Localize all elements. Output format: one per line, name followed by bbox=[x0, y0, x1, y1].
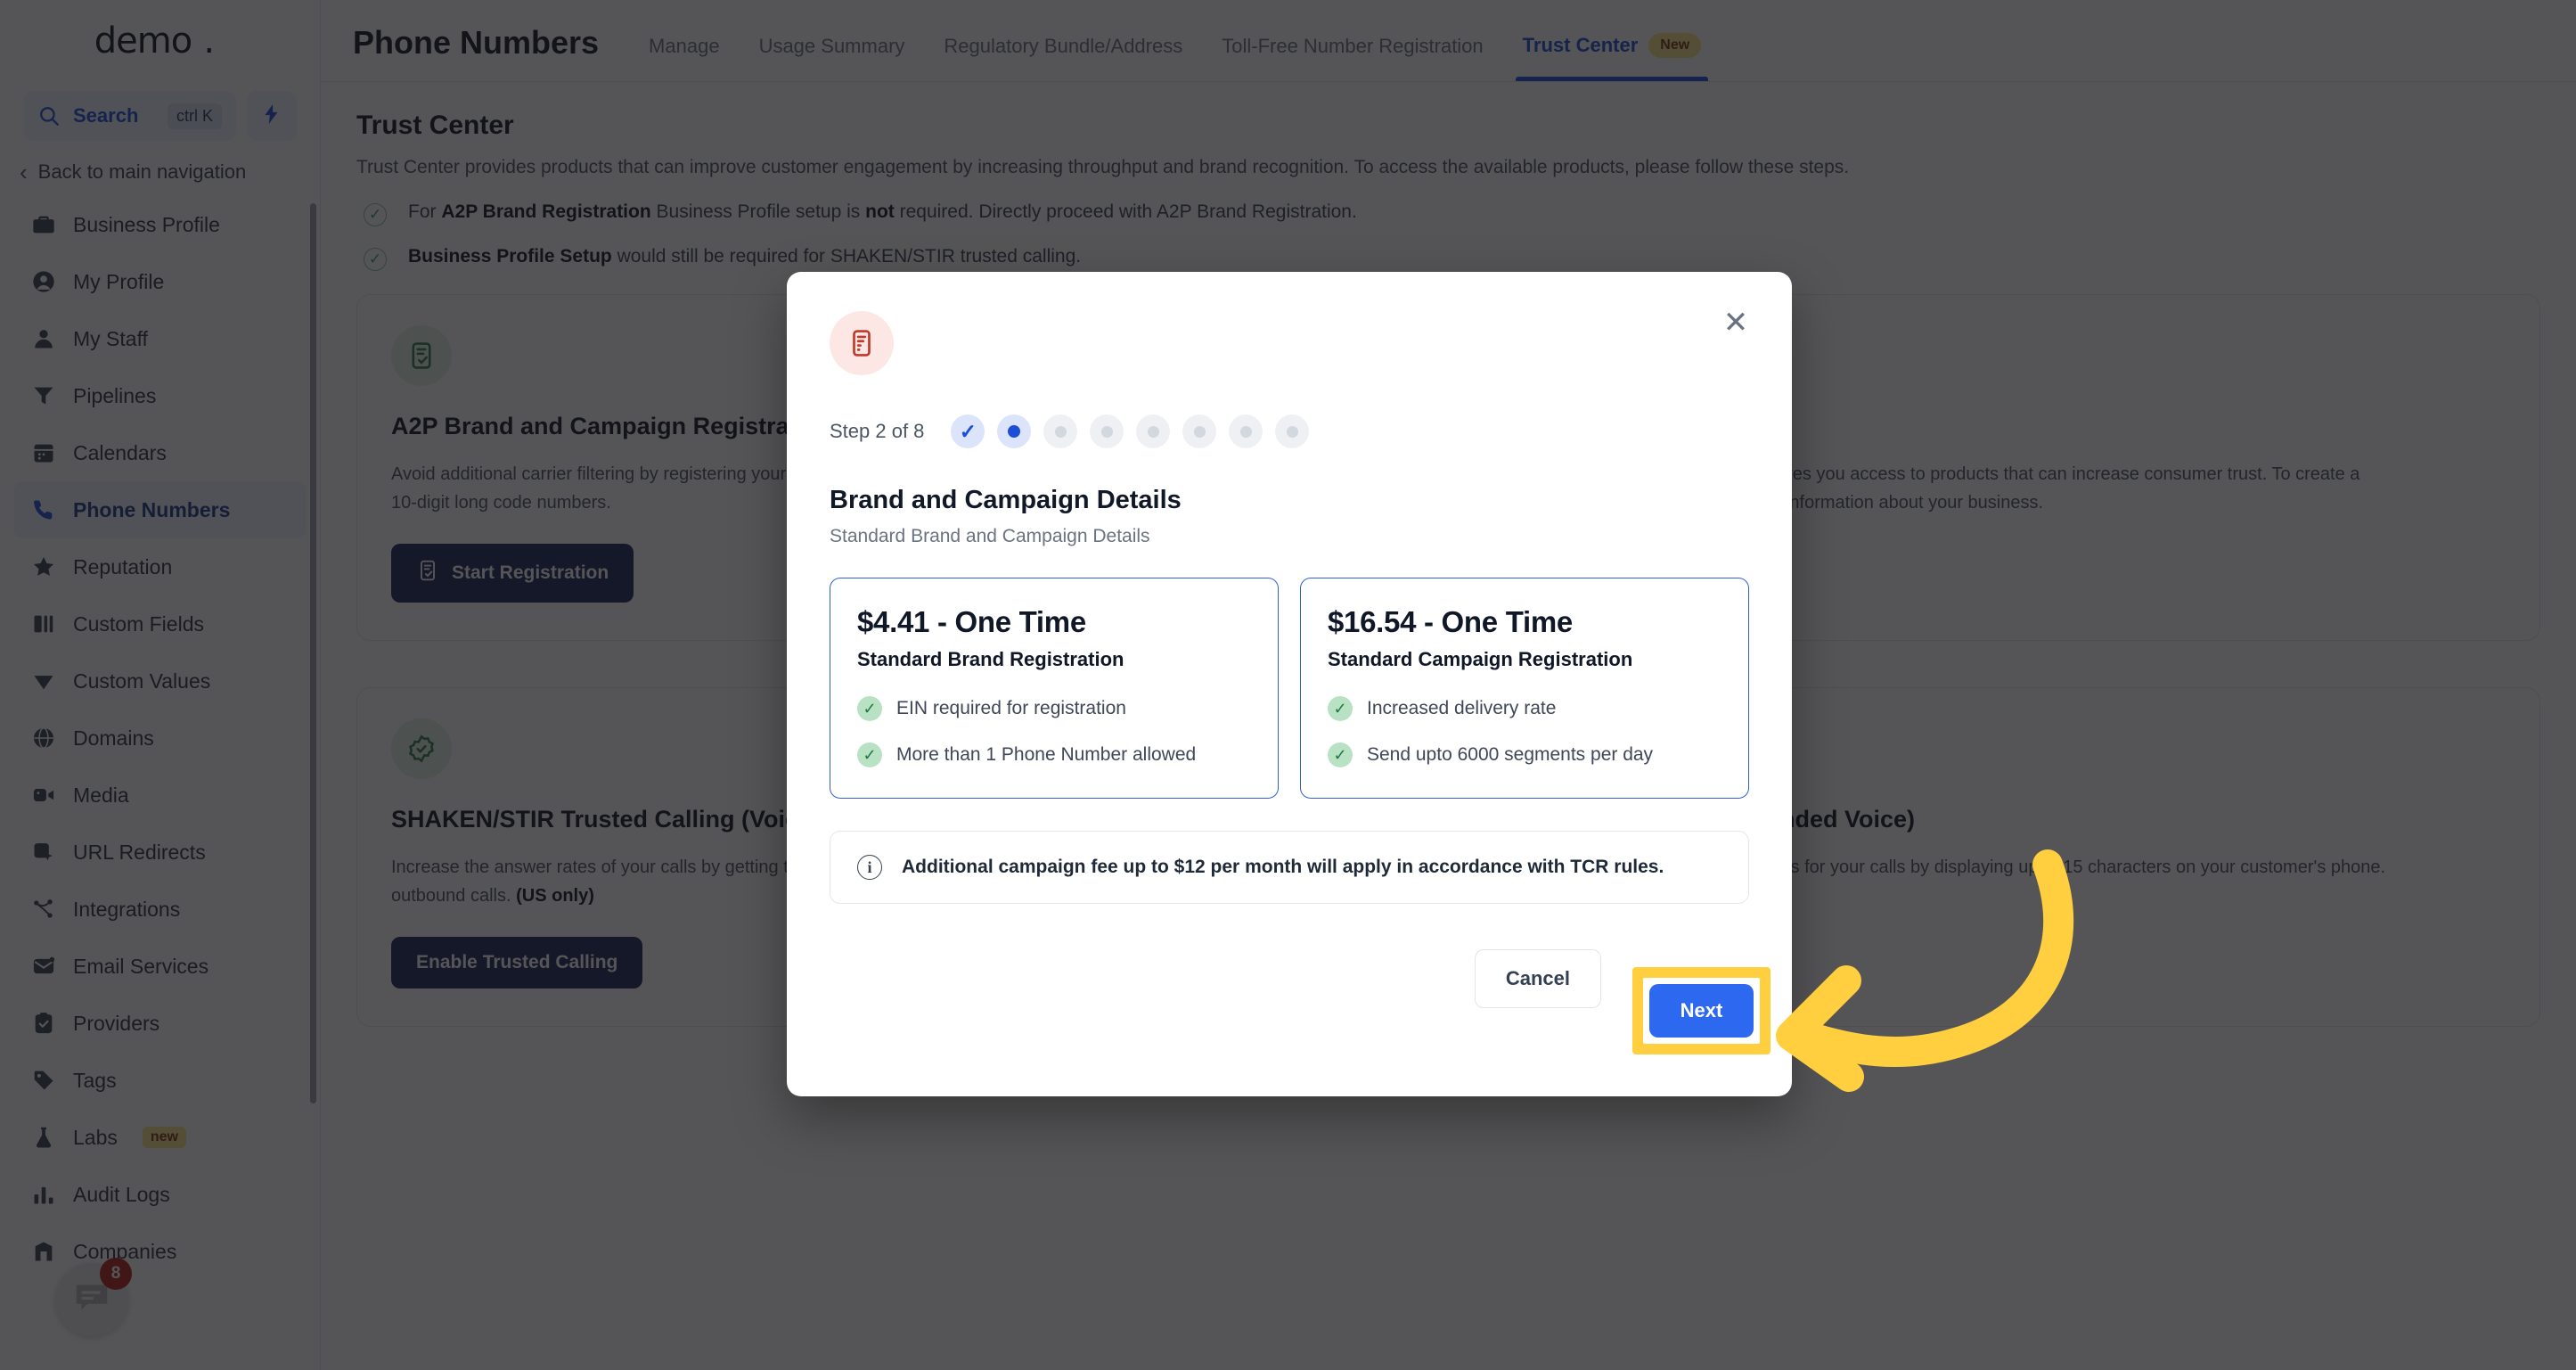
next-button-highlight: Next bbox=[1632, 967, 1770, 1054]
document-lines-icon bbox=[830, 311, 894, 375]
price-feature-label: More than 1 Phone Number allowed bbox=[896, 744, 1197, 765]
step-dots: ✓ bbox=[951, 414, 1310, 448]
modal-footer: Cancel bbox=[830, 936, 1749, 1021]
price-plan-name: Standard Brand Registration bbox=[857, 648, 1124, 670]
price-feature: ✓ Send upto 6000 segments per day bbox=[1328, 742, 1721, 767]
modal-title: Brand and Campaign Details bbox=[830, 486, 1182, 514]
cancel-button[interactable]: Cancel bbox=[1474, 949, 1601, 1008]
price-plan-name: Standard Campaign Registration bbox=[1328, 648, 1633, 670]
price-feature: ✓ EIN required for registration bbox=[857, 696, 1251, 721]
price-feature-label: Increased delivery rate bbox=[1367, 698, 1557, 718]
modal-subtitle: Standard Brand and Campaign Details bbox=[830, 526, 1150, 546]
step-dot-completed: ✓ bbox=[951, 414, 985, 448]
price-feature-label: Send upto 6000 segments per day bbox=[1367, 744, 1654, 765]
check-icon: ✓ bbox=[1328, 742, 1353, 767]
next-button-highlight-inner: Next bbox=[1643, 978, 1760, 1044]
step-dot-upcoming bbox=[1275, 414, 1310, 448]
screen: demo. Search ctrl K ‹ Back t bbox=[0, 0, 2576, 1370]
step-dot-current bbox=[997, 414, 1032, 448]
close-icon[interactable]: ✕ bbox=[1717, 304, 1754, 341]
price-feature: ✓ More than 1 Phone Number allowed bbox=[857, 742, 1251, 767]
price-card[interactable]: $4.41 - One Time Standard Brand Registrat… bbox=[830, 578, 1279, 799]
step-dot-upcoming bbox=[1090, 414, 1124, 448]
price-card[interactable]: $16.54 - One Time Standard Campaign Regis… bbox=[1300, 578, 1749, 799]
step-dot-upcoming bbox=[1182, 414, 1217, 448]
check-icon: ✓ bbox=[857, 742, 882, 767]
price-amount: $16.54 - One Time bbox=[1328, 605, 1573, 638]
step-dot-upcoming bbox=[1229, 414, 1263, 448]
step-indicator: Step 2 of 8 ✓ bbox=[830, 414, 1749, 448]
next-button[interactable]: Next bbox=[1649, 984, 1754, 1038]
price-feature-label: EIN required for registration bbox=[896, 698, 1126, 718]
price-feature: ✓ Increased delivery rate bbox=[1328, 696, 1721, 721]
pricing-options: $4.41 - One Time Standard Brand Registrat… bbox=[830, 578, 1749, 799]
price-amount: $4.41 - One Time bbox=[857, 605, 1086, 638]
check-icon: ✓ bbox=[1328, 696, 1353, 721]
step-dot-upcoming bbox=[1043, 414, 1078, 448]
step-dot-upcoming bbox=[1136, 414, 1171, 448]
notice-text: Additional campaign fee up to $12 per mo… bbox=[902, 857, 1664, 877]
check-icon: ✓ bbox=[857, 696, 882, 721]
campaign-fee-notice: i Additional campaign fee up to $12 per … bbox=[830, 831, 1749, 904]
info-icon: i bbox=[857, 855, 882, 880]
step-text: Step 2 of 8 bbox=[830, 420, 925, 442]
